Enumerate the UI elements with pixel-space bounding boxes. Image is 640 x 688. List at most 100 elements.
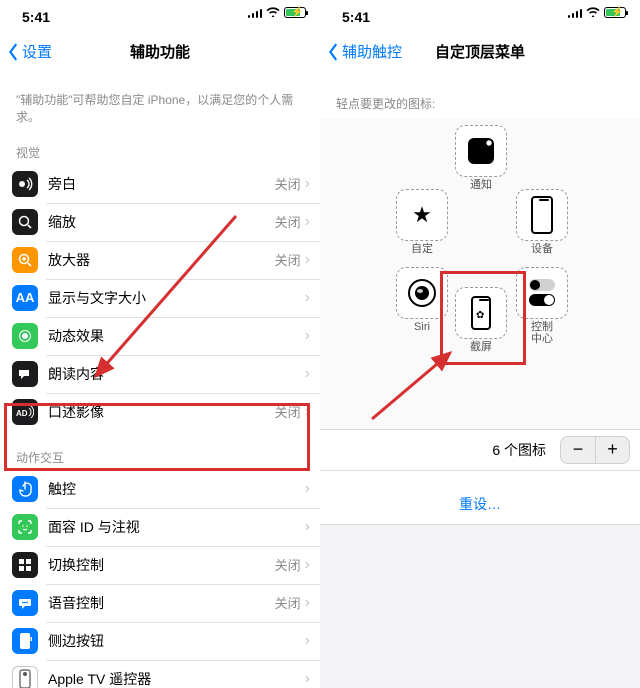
back-label: 辅助触控 bbox=[342, 41, 402, 62]
row-value: 关闭 bbox=[275, 212, 301, 231]
row-faceid[interactable]: 面容 ID 与注视 › bbox=[0, 508, 320, 546]
row-label: 侧边按钮 bbox=[48, 631, 305, 651]
reset-label: 重设… bbox=[459, 494, 501, 514]
wifi-icon bbox=[266, 6, 280, 19]
chevron-right-icon: › bbox=[305, 251, 310, 269]
icon-count-row: 6 个图标 − + bbox=[320, 429, 640, 471]
status-time: 5:41 bbox=[22, 9, 50, 25]
chevron-right-icon: › bbox=[305, 403, 310, 421]
grid-label: 控制 中心 bbox=[516, 321, 568, 345]
voice-control-icon bbox=[12, 590, 38, 616]
grid-label: 截屏 bbox=[455, 341, 507, 353]
chevron-right-icon: › bbox=[305, 556, 310, 574]
row-label: 触控 bbox=[48, 479, 305, 499]
row-label: 显示与文字大小 bbox=[48, 288, 305, 308]
status-time: 5:41 bbox=[342, 9, 370, 25]
row-label: 口述影像 bbox=[48, 402, 275, 422]
chevron-right-icon: › bbox=[305, 632, 310, 650]
grid-item-control-center[interactable]: 控制 中心 bbox=[516, 267, 568, 345]
grid-item-custom[interactable]: ★ 自定 bbox=[396, 189, 448, 255]
row-value: 关闭 bbox=[275, 402, 301, 421]
grid-label: 自定 bbox=[396, 243, 448, 255]
chevron-right-icon: › bbox=[305, 327, 310, 345]
icon-grid: 通知 ★ 自定 设备 Siri bbox=[320, 119, 640, 429]
grid-hint: 轻点要更改的图标: bbox=[320, 70, 640, 119]
signal-icon bbox=[568, 8, 583, 18]
stepper-plus[interactable]: + bbox=[595, 437, 629, 463]
row-voice-control[interactable]: 语音控制 关闭 › bbox=[0, 584, 320, 622]
row-appletv-remote[interactable]: Apple TV 遥控器 › bbox=[0, 660, 320, 688]
group-header-vision: 视觉 bbox=[0, 132, 320, 165]
svg-text:AD: AD bbox=[16, 409, 28, 418]
battery-icon: ⚡ bbox=[284, 7, 306, 18]
wifi-icon bbox=[586, 6, 600, 19]
signal-icon bbox=[248, 8, 263, 18]
grid-label: 通知 bbox=[455, 179, 507, 191]
chevron-right-icon: › bbox=[305, 594, 310, 612]
chevron-right-icon: › bbox=[305, 518, 310, 536]
chevron-right-icon: › bbox=[305, 289, 310, 307]
back-button[interactable]: 辅助触控 bbox=[320, 41, 402, 62]
nav-bar: 设置 辅助功能 bbox=[0, 34, 320, 70]
speech-icon bbox=[12, 361, 38, 387]
magnifier-icon bbox=[12, 247, 38, 273]
row-value: 关闭 bbox=[275, 593, 301, 612]
row-label: Apple TV 遥控器 bbox=[48, 669, 305, 688]
faceid-icon bbox=[12, 514, 38, 540]
row-motion[interactable]: 动态效果 › bbox=[0, 317, 320, 355]
grid-item-siri[interactable]: Siri bbox=[396, 267, 448, 333]
row-magnifier[interactable]: 放大器 关闭 › bbox=[0, 241, 320, 279]
chevron-right-icon: › bbox=[305, 213, 310, 231]
grid-item-screenshot[interactable]: ✿ 截屏 bbox=[455, 287, 507, 353]
row-side-button[interactable]: 侧边按钮 › bbox=[0, 622, 320, 660]
motion-icon bbox=[12, 323, 38, 349]
grid-item-notification[interactable]: 通知 bbox=[455, 125, 507, 191]
grid-label: Siri bbox=[396, 321, 448, 333]
row-touch[interactable]: 触控 › bbox=[0, 470, 320, 508]
row-label: 语音控制 bbox=[48, 593, 275, 613]
zoom-icon bbox=[12, 209, 38, 235]
row-voiceover[interactable]: 旁白 关闭 › bbox=[0, 165, 320, 203]
row-label: 放大器 bbox=[48, 250, 275, 270]
chevron-right-icon: › bbox=[305, 175, 310, 193]
side-button-icon bbox=[12, 628, 38, 654]
grid-label: 设备 bbox=[516, 243, 568, 255]
icon-count-stepper[interactable]: − + bbox=[560, 436, 630, 464]
nav-bar: 辅助触控 自定顶层菜单 bbox=[320, 34, 640, 70]
reset-button[interactable]: 重设… bbox=[320, 485, 640, 525]
touch-icon bbox=[12, 476, 38, 502]
chevron-right-icon: › bbox=[305, 365, 310, 383]
page-description: "辅助功能"可帮助您自定 iPhone，以满足您的个人需求。 bbox=[0, 70, 320, 132]
row-label: 动态效果 bbox=[48, 326, 305, 346]
display-text-icon: AA bbox=[12, 285, 38, 311]
row-label: 旁白 bbox=[48, 174, 275, 194]
chevron-right-icon: › bbox=[305, 480, 310, 498]
switch-icon bbox=[12, 552, 38, 578]
row-label: 面容 ID 与注视 bbox=[48, 517, 305, 537]
grid-item-device[interactable]: 设备 bbox=[516, 189, 568, 255]
row-value: 关闭 bbox=[275, 174, 301, 193]
chevron-right-icon: › bbox=[305, 670, 310, 688]
battery-icon: ⚡ bbox=[604, 7, 626, 18]
status-icons: ⚡ bbox=[568, 6, 627, 19]
audio-desc-icon: AD bbox=[12, 399, 38, 425]
status-bar: 5:41 ⚡ bbox=[320, 0, 640, 34]
row-display-text[interactable]: AA 显示与文字大小 › bbox=[0, 279, 320, 317]
appletv-icon bbox=[12, 666, 38, 688]
icon-count-label: 6 个图标 bbox=[492, 440, 546, 460]
voiceover-icon bbox=[12, 171, 38, 197]
row-value: 关闭 bbox=[275, 555, 301, 574]
row-speech[interactable]: 朗读内容 › bbox=[0, 355, 320, 393]
back-label: 设置 bbox=[22, 41, 52, 62]
row-label: 缩放 bbox=[48, 212, 275, 232]
status-bar: 5:41 ⚡ bbox=[0, 0, 320, 34]
row-audio-desc[interactable]: AD 口述影像 关闭 › bbox=[0, 393, 320, 431]
back-button[interactable]: 设置 bbox=[0, 41, 52, 62]
row-switch-control[interactable]: 切换控制 关闭 › bbox=[0, 546, 320, 584]
row-label: 朗读内容 bbox=[48, 364, 305, 384]
status-icons: ⚡ bbox=[248, 6, 307, 19]
group-header-interaction: 动作交互 bbox=[0, 437, 320, 470]
stepper-minus[interactable]: − bbox=[561, 437, 595, 463]
row-label: 切换控制 bbox=[48, 555, 275, 575]
row-zoom[interactable]: 缩放 关闭 › bbox=[0, 203, 320, 241]
